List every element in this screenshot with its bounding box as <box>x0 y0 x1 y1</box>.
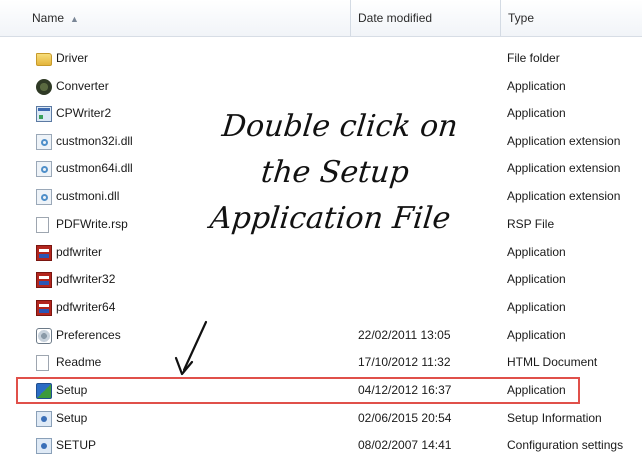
file-row-pdfwriter32[interactable]: pdfwriter32 Application <box>0 266 642 293</box>
file-date <box>358 73 498 100</box>
file-name: custmon32i.dll <box>56 134 133 148</box>
sort-ascending-icon: ▲ <box>70 14 79 24</box>
file-name: Converter <box>56 79 109 93</box>
column-header-name[interactable]: Name ▲ <box>24 0 350 36</box>
document-icon <box>36 354 49 371</box>
column-header-date[interactable]: Date modified <box>350 0 500 36</box>
file-row-pdfwriter64[interactable]: pdfwriter64 Application <box>0 294 642 321</box>
column-header-type-label: Type <box>508 11 535 25</box>
document-icon <box>36 216 49 233</box>
file-type: Application <box>507 79 566 93</box>
file-date <box>358 239 498 266</box>
file-row-driver[interactable]: Driver File folder <box>0 45 642 72</box>
file-row-preferences[interactable]: Preferences 22/02/2011 13:05 Application <box>0 322 642 349</box>
file-name-cell: Setup <box>36 405 336 432</box>
file-row-readme[interactable]: Readme 17/10/2012 11:32 HTML Document <box>0 349 642 376</box>
gear-app-icon <box>36 78 52 95</box>
annotation-line-2: the Setup <box>259 155 411 190</box>
column-header-bar: Name ▲ Date modified Type <box>0 0 642 37</box>
file-type: HTML Document <box>507 355 598 369</box>
file-type: Application extension <box>507 161 621 175</box>
dll-icon <box>36 160 52 177</box>
column-header-date-label: Date modified <box>358 11 433 25</box>
file-type: Setup Information <box>507 411 602 425</box>
column-header-name-label: Name <box>32 11 65 25</box>
file-name: Driver <box>56 51 88 65</box>
file-date: 17/10/2012 11:32 <box>358 355 451 369</box>
dll-icon <box>36 188 52 205</box>
arrow-pointer-icon <box>174 320 208 376</box>
file-date: 02/06/2015 20:54 <box>358 411 452 425</box>
pdf-app-icon <box>36 299 52 316</box>
file-type: Application <box>507 272 566 286</box>
file-type: Application extension <box>507 189 621 203</box>
file-name: pdfwriter32 <box>56 272 116 286</box>
folder-icon <box>36 53 52 66</box>
file-type: RSP File <box>507 217 555 231</box>
setup-highlight-box <box>16 377 580 404</box>
file-type: Application <box>507 328 566 342</box>
column-header-type[interactable]: Type <box>500 0 642 36</box>
file-name: custmon64i.dll <box>56 161 133 175</box>
annotation-line-1: Double click on <box>220 109 460 144</box>
file-name: custmoni.dll <box>56 189 120 203</box>
file-type: Application <box>507 106 566 120</box>
file-row-setup-information[interactable]: Setup 02/06/2015 20:54 Setup Information <box>0 405 642 432</box>
setup-info-icon <box>36 410 52 427</box>
pdf-app-icon <box>36 244 52 261</box>
preferences-icon <box>36 327 52 344</box>
file-name: Setup <box>56 411 88 425</box>
file-name: Readme <box>56 355 102 369</box>
file-row-converter[interactable]: Converter Application <box>0 73 642 100</box>
file-name-cell: Driver <box>36 45 336 72</box>
file-date <box>358 266 498 293</box>
file-date: 22/02/2011 13:05 <box>358 328 451 342</box>
pdf-app-icon <box>36 271 52 288</box>
file-type: Application <box>507 245 566 259</box>
instruction-annotation: Double click on the Setup Application Fi… <box>183 104 488 242</box>
file-name: Preferences <box>56 328 121 342</box>
dll-icon <box>36 133 52 150</box>
file-name-cell: pdfwriter <box>36 239 336 266</box>
file-type: Application extension <box>507 134 621 148</box>
file-type: File folder <box>507 51 560 65</box>
file-type: Application <box>507 300 566 314</box>
file-name: pdfwriter <box>56 245 103 259</box>
file-date <box>358 294 498 321</box>
file-name: PDFWrite.rsp <box>56 217 128 231</box>
file-name-cell: pdfwriter32 <box>36 266 336 293</box>
annotation-line-3: Application File <box>208 201 453 236</box>
config-settings-icon <box>36 437 52 454</box>
file-name-cell: pdfwriter64 <box>36 294 336 321</box>
file-name: CPWriter2 <box>56 106 112 120</box>
window-app-icon <box>36 105 52 122</box>
file-date <box>358 45 498 72</box>
file-name-cell: Converter <box>36 73 336 100</box>
file-name: pdfwriter64 <box>56 300 116 314</box>
file-row-pdfwriter[interactable]: pdfwriter Application <box>0 239 642 266</box>
